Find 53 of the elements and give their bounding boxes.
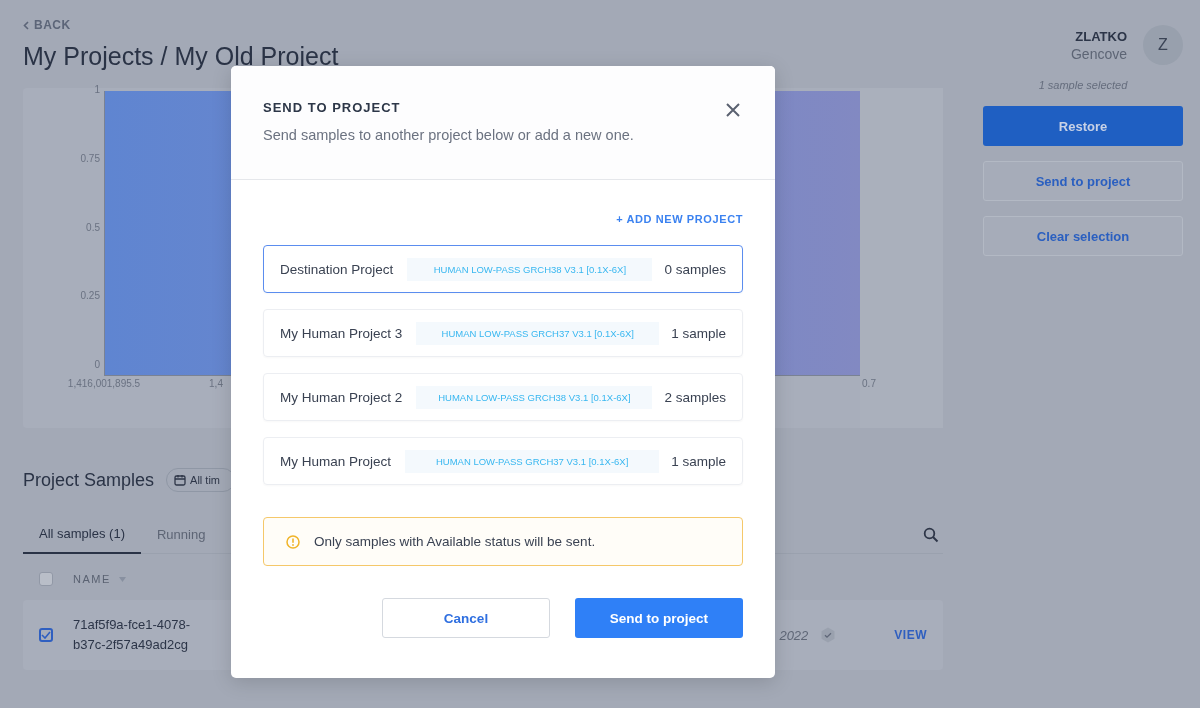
sample-count: 2 samples	[664, 389, 726, 405]
project-name: My Human Project	[280, 453, 392, 469]
tab[interactable]: Running	[140, 516, 222, 553]
action-button[interactable]: Clear selection	[983, 216, 1183, 256]
search-icon[interactable]	[923, 526, 939, 543]
page-title: My Projects / My Old Project	[23, 42, 339, 71]
row-checkbox[interactable]	[39, 628, 53, 642]
tab[interactable]: All samples (1)	[23, 516, 141, 554]
check-badge-icon	[820, 627, 837, 643]
warning-icon	[286, 534, 300, 549]
view-link[interactable]: VIEW	[894, 628, 927, 642]
y-axis-tick-label: 0.25	[80, 291, 100, 302]
dialog-title: SEND TO PROJECT	[263, 100, 402, 115]
project-option[interactable]: My Human Project 3 HUMAN LOW-PASS GRCH37 V3.1 [0.1X-6X] 1 sample	[263, 309, 743, 357]
column-header[interactable]: NAME	[73, 573, 111, 585]
sample-count: 0 samples	[664, 261, 726, 277]
selection-count: 1 sample selected	[1037, 79, 1129, 91]
project-name: My Human Project 3	[280, 325, 403, 341]
sort-caret-icon[interactable]	[118, 576, 126, 582]
sample-date: 2022	[779, 627, 809, 643]
y-axis-tick-label: 0.75	[80, 153, 100, 164]
back-link[interactable]: BACK	[23, 18, 339, 32]
dialog-button[interactable]: Cancel	[382, 598, 550, 638]
project-name: Destination Project	[280, 261, 394, 277]
sample-count: 1 sample	[671, 325, 726, 341]
warning-text: Only samples with Available status will be sent.	[314, 534, 596, 549]
pipeline-tag: HUMAN LOW-PASS GRCH38 V3.1 [0.1X-6X]	[407, 257, 653, 281]
project-option[interactable]: My Human Project HUMAN LOW-PASS GRCH37 V3.1 [0.1X-6X] 1 sample	[263, 437, 743, 485]
x-axis-tick-label: 1,416,001,895.5	[67, 378, 141, 389]
user-organization: Gencove	[1070, 45, 1127, 62]
pipeline-tag: HUMAN LOW-PASS GRCH38 V3.1 [0.1X-6X]	[416, 385, 653, 409]
x-axis-tick-label: 1,4	[209, 378, 223, 389]
calendar-icon	[174, 474, 187, 486]
select-all-checkbox[interactable]	[39, 572, 53, 586]
close-icon[interactable]	[725, 102, 741, 118]
dialog-button[interactable]: Send to project	[575, 598, 743, 638]
user-name: ZLATKO	[1075, 28, 1127, 44]
sample-count: 1 sample	[671, 453, 726, 469]
action-button[interactable]: Send to project	[983, 161, 1183, 201]
section-title: Project Samples	[23, 469, 155, 491]
y-axis-tick-label: 0.5	[86, 222, 100, 233]
pipeline-tag: HUMAN LOW-PASS GRCH37 V3.1 [0.1X-6X]	[405, 449, 660, 473]
user-avatar[interactable]: Z	[1143, 25, 1183, 65]
project-name: My Human Project 2	[280, 389, 403, 405]
add-project-link[interactable]: + ADD NEW PROJECT	[616, 213, 743, 225]
y-axis-tick-label: 1	[94, 85, 100, 95]
action-button[interactable]: Restore	[983, 106, 1183, 146]
chevron-left-icon	[23, 20, 29, 30]
project-option[interactable]: My Human Project 2 HUMAN LOW-PASS GRCH38 V3.1 [0.1X-6X] 2 samples	[263, 373, 743, 421]
pipeline-tag: HUMAN LOW-PASS GRCH37 V3.1 [0.1X-6X]	[416, 321, 660, 345]
project-option[interactable]: Destination Project HUMAN LOW-PASS GRCH38 V3.1 [0.1X-6X] 0 samples	[263, 245, 743, 293]
sample-name: 71af5f9a-fce1-4078-b37c-2f57a49ad2cg	[73, 616, 192, 654]
dialog-subtitle: Send samples to another project below or add a new one.	[263, 127, 634, 143]
